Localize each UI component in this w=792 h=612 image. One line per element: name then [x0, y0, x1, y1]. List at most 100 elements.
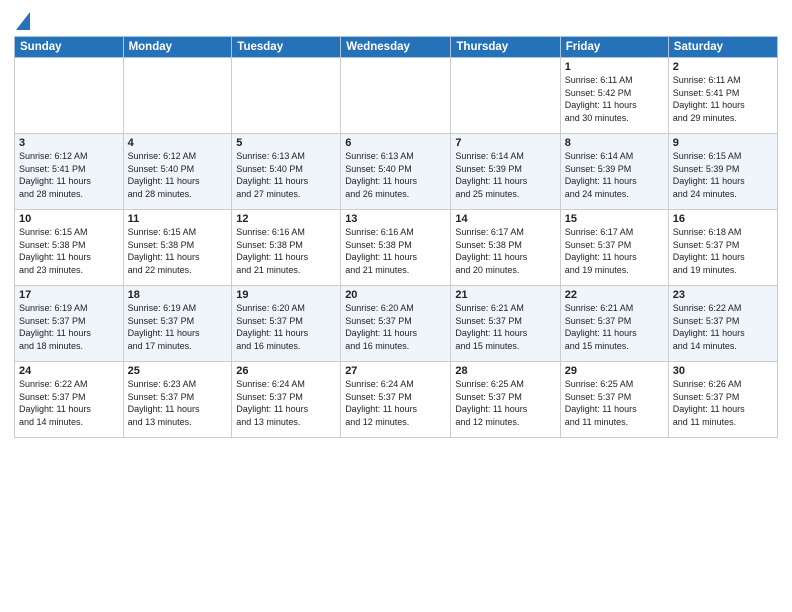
day-info: Sunrise: 6:22 AM Sunset: 5:37 PM Dayligh…: [19, 378, 119, 428]
calendar-day-cell: 30Sunrise: 6:26 AM Sunset: 5:37 PM Dayli…: [668, 362, 777, 438]
day-info: Sunrise: 6:14 AM Sunset: 5:39 PM Dayligh…: [565, 150, 664, 200]
day-number: 27: [345, 365, 446, 377]
calendar-day-cell: 28Sunrise: 6:25 AM Sunset: 5:37 PM Dayli…: [451, 362, 560, 438]
day-info: Sunrise: 6:19 AM Sunset: 5:37 PM Dayligh…: [19, 302, 119, 352]
day-info: Sunrise: 6:12 AM Sunset: 5:41 PM Dayligh…: [19, 150, 119, 200]
calendar-day-header: Friday: [560, 37, 668, 58]
calendar-day-cell: [123, 58, 232, 134]
day-number: 1: [565, 61, 664, 73]
calendar-day-cell: 20Sunrise: 6:20 AM Sunset: 5:37 PM Dayli…: [341, 286, 451, 362]
calendar-week-row: 10Sunrise: 6:15 AM Sunset: 5:38 PM Dayli…: [15, 210, 778, 286]
day-info: Sunrise: 6:18 AM Sunset: 5:37 PM Dayligh…: [673, 226, 773, 276]
day-number: 16: [673, 213, 773, 225]
day-info: Sunrise: 6:13 AM Sunset: 5:40 PM Dayligh…: [345, 150, 446, 200]
day-number: 4: [128, 137, 228, 149]
day-number: 17: [19, 289, 119, 301]
day-number: 24: [19, 365, 119, 377]
day-info: Sunrise: 6:15 AM Sunset: 5:38 PM Dayligh…: [128, 226, 228, 276]
header: [14, 10, 778, 30]
day-info: Sunrise: 6:23 AM Sunset: 5:37 PM Dayligh…: [128, 378, 228, 428]
day-info: Sunrise: 6:13 AM Sunset: 5:40 PM Dayligh…: [236, 150, 336, 200]
day-info: Sunrise: 6:21 AM Sunset: 5:37 PM Dayligh…: [565, 302, 664, 352]
calendar-day-cell: 1Sunrise: 6:11 AM Sunset: 5:42 PM Daylig…: [560, 58, 668, 134]
day-info: Sunrise: 6:16 AM Sunset: 5:38 PM Dayligh…: [345, 226, 446, 276]
day-info: Sunrise: 6:25 AM Sunset: 5:37 PM Dayligh…: [455, 378, 555, 428]
day-info: Sunrise: 6:21 AM Sunset: 5:37 PM Dayligh…: [455, 302, 555, 352]
calendar-day-cell: 9Sunrise: 6:15 AM Sunset: 5:39 PM Daylig…: [668, 134, 777, 210]
calendar-day-cell: 22Sunrise: 6:21 AM Sunset: 5:37 PM Dayli…: [560, 286, 668, 362]
calendar-day-header: Thursday: [451, 37, 560, 58]
calendar-day-cell: 17Sunrise: 6:19 AM Sunset: 5:37 PM Dayli…: [15, 286, 124, 362]
calendar-day-cell: 4Sunrise: 6:12 AM Sunset: 5:40 PM Daylig…: [123, 134, 232, 210]
day-number: 29: [565, 365, 664, 377]
calendar-day-cell: 8Sunrise: 6:14 AM Sunset: 5:39 PM Daylig…: [560, 134, 668, 210]
day-number: 6: [345, 137, 446, 149]
calendar-day-cell: 21Sunrise: 6:21 AM Sunset: 5:37 PM Dayli…: [451, 286, 560, 362]
day-number: 13: [345, 213, 446, 225]
day-info: Sunrise: 6:16 AM Sunset: 5:38 PM Dayligh…: [236, 226, 336, 276]
calendar-day-cell: 14Sunrise: 6:17 AM Sunset: 5:38 PM Dayli…: [451, 210, 560, 286]
calendar-day-cell: 3Sunrise: 6:12 AM Sunset: 5:41 PM Daylig…: [15, 134, 124, 210]
calendar-day-cell: 27Sunrise: 6:24 AM Sunset: 5:37 PM Dayli…: [341, 362, 451, 438]
day-info: Sunrise: 6:24 AM Sunset: 5:37 PM Dayligh…: [345, 378, 446, 428]
calendar-day-header: Tuesday: [232, 37, 341, 58]
day-number: 19: [236, 289, 336, 301]
calendar-day-cell: [451, 58, 560, 134]
calendar-day-cell: 19Sunrise: 6:20 AM Sunset: 5:37 PM Dayli…: [232, 286, 341, 362]
calendar-day-cell: 10Sunrise: 6:15 AM Sunset: 5:38 PM Dayli…: [15, 210, 124, 286]
calendar-day-header: Saturday: [668, 37, 777, 58]
day-info: Sunrise: 6:19 AM Sunset: 5:37 PM Dayligh…: [128, 302, 228, 352]
day-info: Sunrise: 6:26 AM Sunset: 5:37 PM Dayligh…: [673, 378, 773, 428]
calendar-week-row: 1Sunrise: 6:11 AM Sunset: 5:42 PM Daylig…: [15, 58, 778, 134]
day-info: Sunrise: 6:11 AM Sunset: 5:42 PM Dayligh…: [565, 74, 664, 124]
day-number: 14: [455, 213, 555, 225]
calendar-day-cell: [341, 58, 451, 134]
calendar-day-cell: 18Sunrise: 6:19 AM Sunset: 5:37 PM Dayli…: [123, 286, 232, 362]
day-info: Sunrise: 6:11 AM Sunset: 5:41 PM Dayligh…: [673, 74, 773, 124]
day-info: Sunrise: 6:15 AM Sunset: 5:39 PM Dayligh…: [673, 150, 773, 200]
calendar-day-cell: 6Sunrise: 6:13 AM Sunset: 5:40 PM Daylig…: [341, 134, 451, 210]
calendar-week-row: 17Sunrise: 6:19 AM Sunset: 5:37 PM Dayli…: [15, 286, 778, 362]
day-info: Sunrise: 6:22 AM Sunset: 5:37 PM Dayligh…: [673, 302, 773, 352]
day-number: 26: [236, 365, 336, 377]
day-number: 23: [673, 289, 773, 301]
day-info: Sunrise: 6:17 AM Sunset: 5:38 PM Dayligh…: [455, 226, 555, 276]
day-info: Sunrise: 6:14 AM Sunset: 5:39 PM Dayligh…: [455, 150, 555, 200]
day-info: Sunrise: 6:12 AM Sunset: 5:40 PM Dayligh…: [128, 150, 228, 200]
day-number: 15: [565, 213, 664, 225]
day-info: Sunrise: 6:17 AM Sunset: 5:37 PM Dayligh…: [565, 226, 664, 276]
calendar-day-cell: 5Sunrise: 6:13 AM Sunset: 5:40 PM Daylig…: [232, 134, 341, 210]
day-number: 3: [19, 137, 119, 149]
logo: [14, 14, 30, 30]
day-number: 2: [673, 61, 773, 73]
day-number: 10: [19, 213, 119, 225]
day-number: 11: [128, 213, 228, 225]
day-number: 12: [236, 213, 336, 225]
day-info: Sunrise: 6:25 AM Sunset: 5:37 PM Dayligh…: [565, 378, 664, 428]
day-info: Sunrise: 6:15 AM Sunset: 5:38 PM Dayligh…: [19, 226, 119, 276]
day-number: 25: [128, 365, 228, 377]
calendar-day-cell: [232, 58, 341, 134]
day-number: 20: [345, 289, 446, 301]
calendar-day-cell: 12Sunrise: 6:16 AM Sunset: 5:38 PM Dayli…: [232, 210, 341, 286]
day-number: 5: [236, 137, 336, 149]
calendar-day-cell: 15Sunrise: 6:17 AM Sunset: 5:37 PM Dayli…: [560, 210, 668, 286]
day-info: Sunrise: 6:20 AM Sunset: 5:37 PM Dayligh…: [345, 302, 446, 352]
calendar-day-cell: 2Sunrise: 6:11 AM Sunset: 5:41 PM Daylig…: [668, 58, 777, 134]
day-number: 30: [673, 365, 773, 377]
calendar-day-cell: 16Sunrise: 6:18 AM Sunset: 5:37 PM Dayli…: [668, 210, 777, 286]
day-number: 28: [455, 365, 555, 377]
calendar-day-cell: 23Sunrise: 6:22 AM Sunset: 5:37 PM Dayli…: [668, 286, 777, 362]
day-number: 7: [455, 137, 555, 149]
calendar-day-cell: 24Sunrise: 6:22 AM Sunset: 5:37 PM Dayli…: [15, 362, 124, 438]
calendar-day-cell: 7Sunrise: 6:14 AM Sunset: 5:39 PM Daylig…: [451, 134, 560, 210]
day-number: 21: [455, 289, 555, 301]
calendar-week-row: 3Sunrise: 6:12 AM Sunset: 5:41 PM Daylig…: [15, 134, 778, 210]
day-info: Sunrise: 6:24 AM Sunset: 5:37 PM Dayligh…: [236, 378, 336, 428]
calendar-day-cell: 13Sunrise: 6:16 AM Sunset: 5:38 PM Dayli…: [341, 210, 451, 286]
calendar-day-cell: 11Sunrise: 6:15 AM Sunset: 5:38 PM Dayli…: [123, 210, 232, 286]
day-number: 22: [565, 289, 664, 301]
calendar-day-cell: [15, 58, 124, 134]
calendar-day-header: Wednesday: [341, 37, 451, 58]
calendar-table: SundayMondayTuesdayWednesdayThursdayFrid…: [14, 36, 778, 438]
